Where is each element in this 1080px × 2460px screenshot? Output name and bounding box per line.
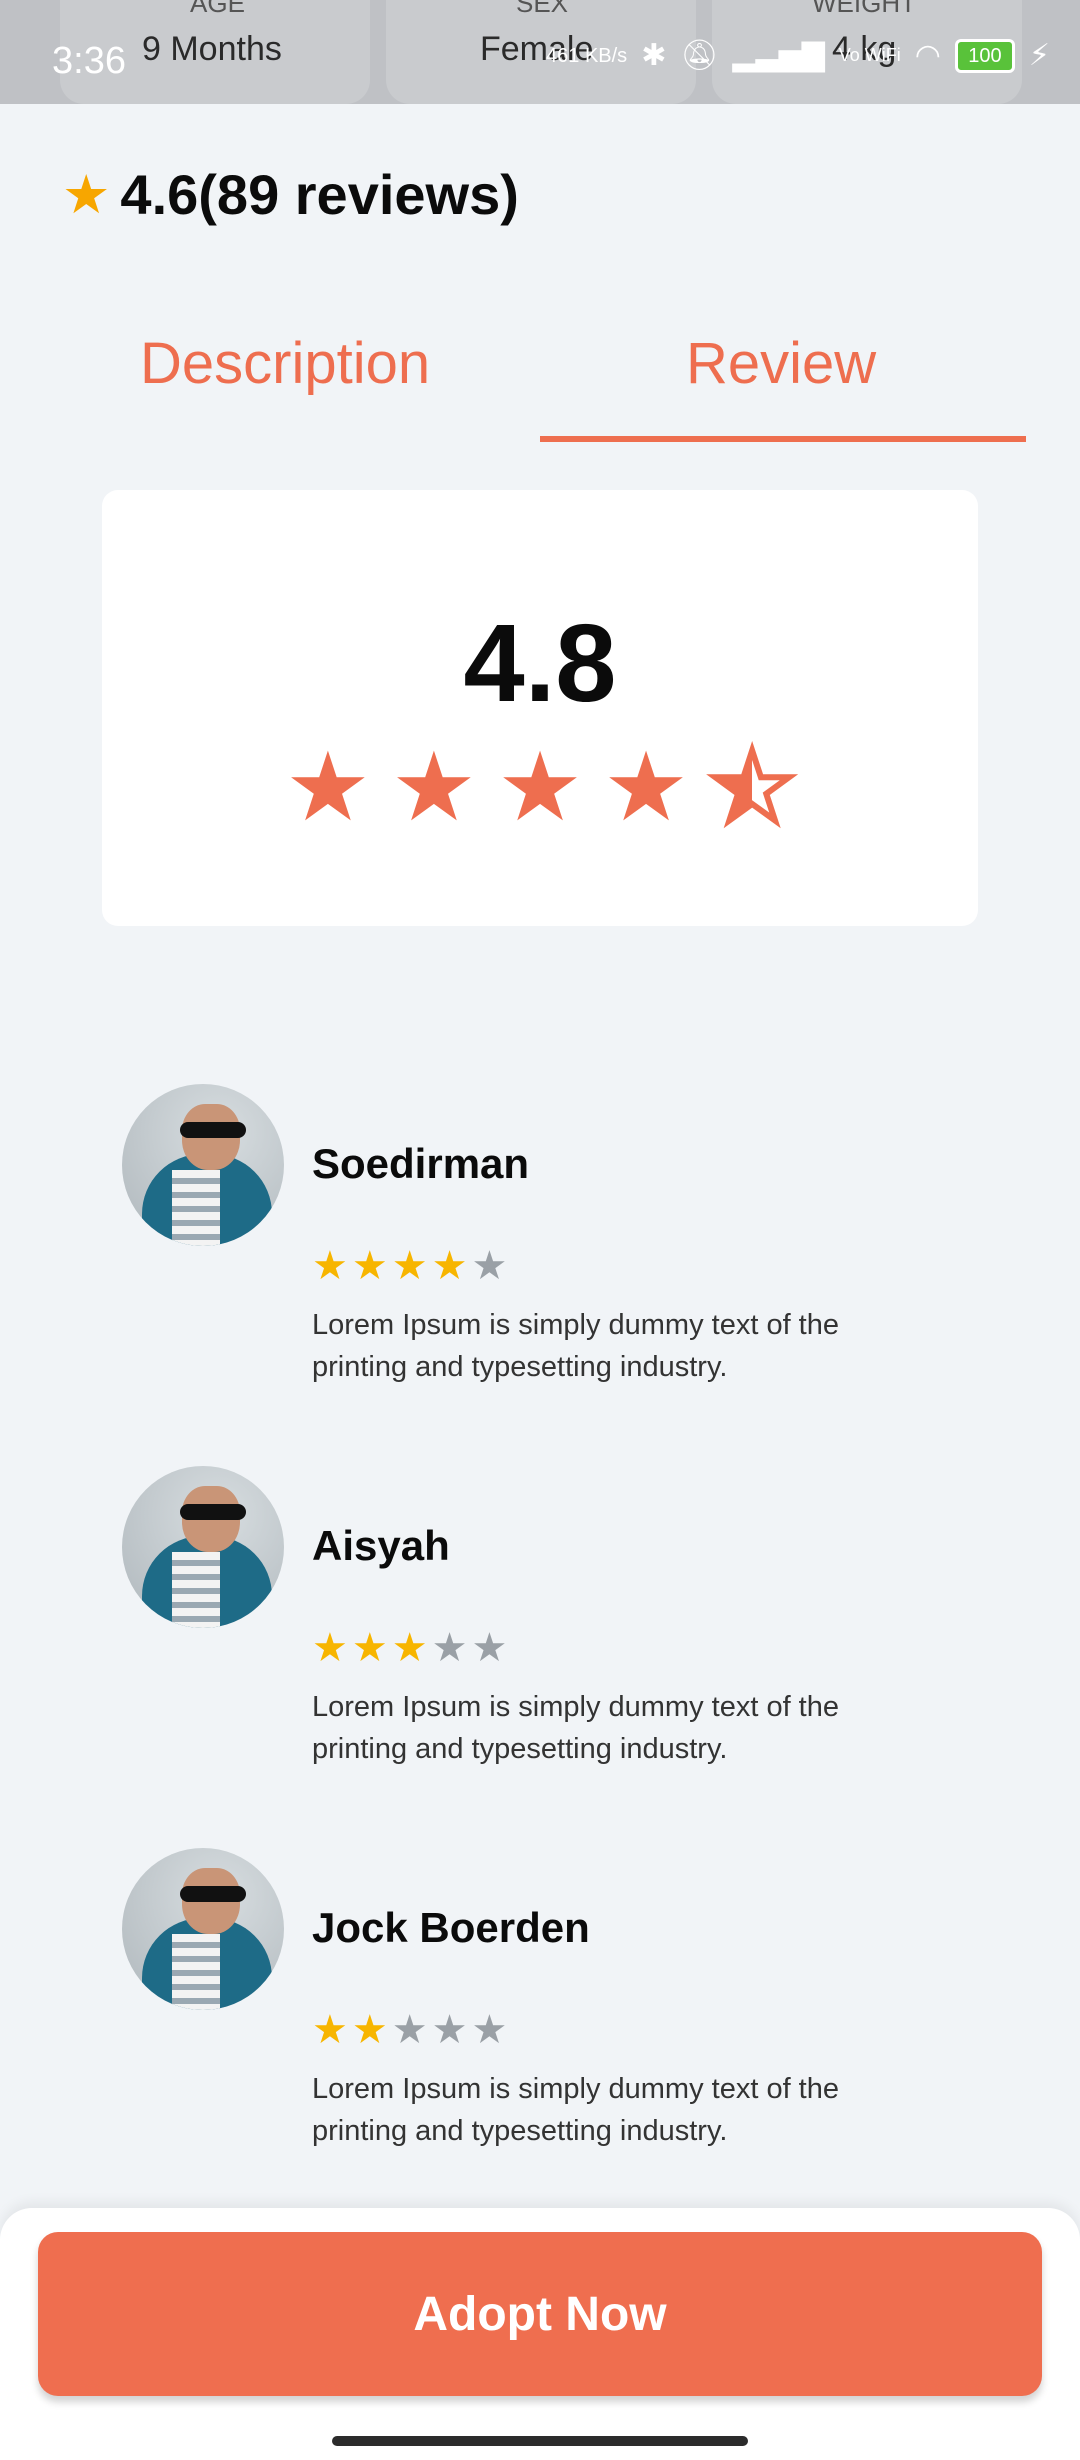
sex-label: SEX	[516, 0, 569, 18]
status-icons: 461 KB/s ✱ 🔕︎ ▂▃▅▇ Vo WiFi ◠ 100 ⚡	[546, 38, 1050, 73]
review-stars: ★ ★ ★ ★ ★	[312, 1246, 507, 1286]
review-stars: ★ ★ ★ ★ ★	[312, 1628, 507, 1668]
average-score: 4.8	[463, 602, 617, 725]
average-stars: ★ ★ ★ ★ ★ ★	[102, 734, 978, 841]
star-icon: ★	[351, 1626, 388, 1670]
age-value: 9 Months	[142, 30, 282, 68]
adopt-now-button[interactable]: Adopt Now	[38, 2232, 1042, 2396]
avatar	[122, 1848, 284, 2010]
review-item: Aisyah ★ ★ ★ ★ ★ Lorem Ipsum is simply d…	[122, 1466, 982, 1786]
star-icon: ★	[62, 164, 111, 225]
star-icon: ★	[431, 1244, 468, 1288]
star-icon: ★	[496, 734, 584, 841]
signal-icon: ▂▃▅▇	[732, 39, 825, 72]
mute-icon: 🔕︎	[680, 39, 719, 72]
rating-text: 4.6(89 reviews)	[120, 163, 519, 226]
star-icon: ★	[312, 1626, 348, 1670]
home-indicator[interactable]	[332, 2436, 748, 2446]
review-text: Lorem Ipsum is simply dummy text of the …	[312, 1309, 839, 1383]
star-icon: ★	[390, 734, 477, 841]
bluetooth-icon: ✱	[641, 39, 667, 72]
star-icon: ★	[284, 734, 371, 841]
status-bar: AGE 9 Months SEX Female WEIGHT 4 kg 3:36…	[0, 0, 1080, 104]
star-icon: ★	[603, 734, 690, 841]
review-text: Lorem Ipsum is simply dummy text of the …	[312, 2073, 839, 2147]
star-icon: ★	[312, 2008, 348, 2052]
weight-label: WEIGHT	[812, 0, 916, 18]
reviewer-name: Aisyah	[312, 1522, 450, 1569]
star-icon: ★	[351, 1244, 388, 1288]
star-icon: ★	[351, 2008, 388, 2052]
tab-review[interactable]: Review	[686, 330, 1080, 397]
battery-icon: 100	[954, 38, 1015, 73]
star-icon: ★	[431, 2008, 468, 2052]
star-icon: ★	[431, 1626, 468, 1670]
avatar	[122, 1466, 284, 1628]
reviewer-name: Soedirman	[312, 1140, 530, 1187]
avatar	[122, 1084, 284, 1246]
review-stars: ★ ★ ★ ★ ★	[312, 2010, 507, 2050]
rating-card: 4.8 ★ ★ ★ ★ ★ ★	[102, 490, 978, 926]
tab-active-indicator	[540, 436, 1026, 442]
review-item: Jock Boerden ★ ★ ★ ★ ★ Lorem Ipsum is si…	[122, 1848, 982, 2168]
rating-summary: ★ 4.6(89 reviews)	[62, 162, 519, 227]
star-icon: ★	[471, 2008, 508, 2052]
reviewer-name: Jock Boerden	[312, 1904, 590, 1951]
tab-description[interactable]: Description	[140, 330, 430, 397]
star-icon: ★	[312, 1244, 348, 1288]
net-speed: 461 KB/s	[546, 44, 628, 67]
review-item: Soedirman ★ ★ ★ ★ ★ Lorem Ipsum is simpl…	[122, 1084, 982, 1404]
star-icon: ★	[391, 2008, 428, 2052]
star-icon: ★	[391, 1626, 428, 1670]
age-label: AGE	[190, 0, 245, 18]
review-text: Lorem Ipsum is simply dummy text of the …	[312, 1691, 839, 1765]
wifi-icon: ◠	[914, 39, 941, 72]
vowifi-label: Vo WiFi	[838, 45, 901, 65]
star-icon: ★	[391, 1244, 428, 1288]
charging-icon: ⚡	[1028, 39, 1050, 72]
star-icon: ★	[471, 1244, 508, 1288]
star-icon: ★	[471, 1626, 508, 1670]
half-star-icon: ★ ★	[706, 734, 798, 841]
status-time: 3:36	[52, 40, 126, 82]
